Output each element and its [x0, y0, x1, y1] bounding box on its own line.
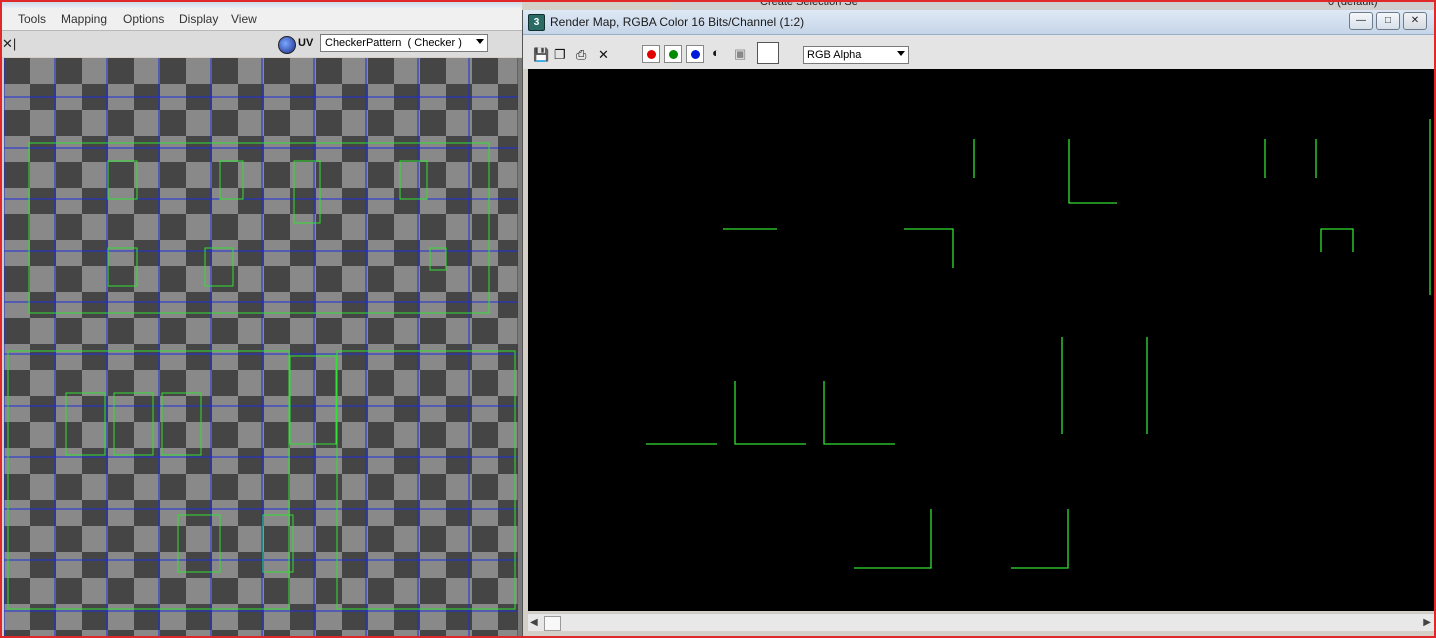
red-dot-icon	[647, 50, 656, 59]
menu-mapping[interactable]: Mapping	[61, 12, 107, 26]
menu-display[interactable]: Display	[179, 12, 218, 26]
scroll-thumb[interactable]	[544, 616, 561, 631]
mono-icon[interactable]: ◐	[712, 45, 720, 60]
color-swatch[interactable]	[757, 42, 779, 64]
rendered-uv-edge	[1068, 139, 1117, 204]
uv-shell	[204, 247, 234, 287]
layer-label: 0 (default)	[1328, 0, 1378, 8]
maximize-button[interactable]: □	[1376, 12, 1400, 30]
uv-shell	[107, 160, 138, 200]
uv-overlay	[4, 58, 520, 636]
rendered-uv-edge	[1011, 509, 1069, 569]
menu-tools[interactable]: Tools	[18, 12, 46, 26]
blue-dot-icon	[691, 50, 700, 59]
uv-shell	[289, 355, 337, 445]
scroll-right-icon[interactable]: ▶	[1423, 617, 1431, 628]
rendered-uv-edge	[904, 228, 954, 268]
print-icon[interactable]: ⎙	[576, 47, 586, 63]
red-channel-button[interactable]	[642, 45, 660, 63]
uv-viewport[interactable]	[4, 58, 520, 636]
uv-shell	[293, 160, 321, 224]
blue-channel-button[interactable]	[686, 45, 704, 63]
rendered-uv-edge	[823, 381, 895, 445]
uv-shell	[65, 392, 106, 456]
rendered-uv-lines	[646, 119, 1431, 569]
chevron-down-icon	[476, 39, 484, 44]
save-icon[interactable]: 💾	[533, 47, 549, 63]
rendered-uv-edge	[1320, 228, 1354, 252]
uv-shell	[7, 350, 290, 610]
menu-view[interactable]: View	[231, 12, 257, 26]
uv-shell	[107, 247, 138, 287]
channel-dropdown[interactable]: RGB Alpha	[803, 46, 909, 64]
uv-shell	[219, 160, 244, 200]
selection-set-field[interactable]: Create Selection Se	[760, 0, 858, 8]
alpha-icon[interactable]: ▣	[734, 46, 746, 62]
minimize-button[interactable]: —	[1349, 12, 1373, 30]
uv-shell	[28, 142, 490, 314]
chevron-down-icon	[897, 51, 905, 56]
horizontal-scrollbar[interactable]: ◀ ▶	[528, 613, 1435, 631]
rendered-uv-edge	[854, 509, 932, 569]
uv-shell	[399, 160, 428, 200]
render-toolbar: 💾 ❐ ⎙ ✕ ◐ ▣ RGB Alpha	[523, 35, 1436, 69]
uv-shell	[336, 350, 516, 610]
green-channel-button[interactable]	[664, 45, 682, 63]
channel-value: RGB Alpha	[807, 49, 862, 61]
menu-options[interactable]: Options	[123, 12, 164, 26]
uv-shell	[177, 514, 221, 573]
texture-map-dropdown[interactable]: CheckerPattern ( Checker )	[320, 34, 488, 52]
globe-icon[interactable]	[278, 36, 296, 54]
texture-map-value: CheckerPattern ( Checker )	[325, 37, 462, 49]
render-map-window: 3 Render Map, RGBA Color 16 Bits/Channel…	[522, 10, 1436, 638]
uv-shell	[161, 392, 202, 456]
uv-shell	[113, 392, 154, 456]
background-toolbar: Create Selection Se 0 (default)	[672, 0, 1436, 10]
scroll-left-icon[interactable]: ◀	[530, 617, 538, 628]
uv-channel-label: UV	[298, 37, 314, 49]
freeform-icon[interactable]: ✕|	[2, 36, 16, 52]
uv-editor-window: Tools Mapping Options Display View ✕| UV…	[0, 0, 522, 638]
close-button[interactable]: ✕	[1403, 12, 1427, 30]
green-dot-icon	[669, 50, 678, 59]
copy-icon[interactable]: ❐	[554, 47, 566, 63]
rendered-uv-edge	[734, 381, 806, 445]
render-canvas[interactable]	[528, 69, 1435, 611]
clear-icon[interactable]: ✕	[598, 47, 609, 63]
window-title: Render Map, RGBA Color 16 Bits/Channel (…	[550, 15, 805, 29]
uv-menubar: Tools Mapping Options Display View	[0, 8, 522, 31]
uv-grid	[4, 58, 520, 636]
render-titlebar: 3 Render Map, RGBA Color 16 Bits/Channel…	[523, 10, 1436, 35]
uv-editor-titlebar	[0, 0, 522, 8]
app-icon: 3	[528, 14, 545, 31]
